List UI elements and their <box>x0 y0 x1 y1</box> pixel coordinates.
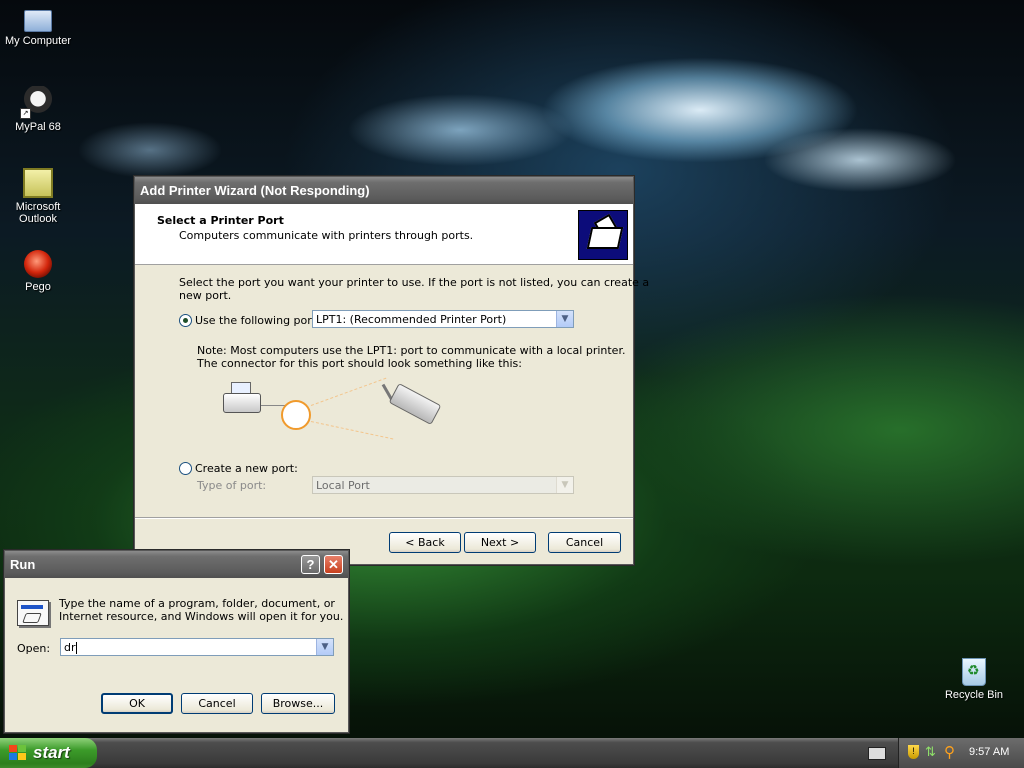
desktop-icon-my-computer[interactable]: My Computer <box>0 4 76 47</box>
run-description-2: Internet resource, and Windows will open… <box>59 610 344 623</box>
chevron-down-icon[interactable]: ▼ <box>316 639 333 655</box>
clock[interactable]: 9:57 AM <box>969 746 1009 758</box>
open-label: Open: <box>17 642 51 655</box>
use-following-port-radio[interactable] <box>179 314 192 327</box>
shortcut-arrow-icon: ↗ <box>20 108 31 119</box>
search-icon[interactable]: ⚲ <box>944 743 955 761</box>
port-select[interactable]: LPT1: (Recommended Printer Port) ▼ <box>312 310 574 328</box>
open-input[interactable]: dr ▼ <box>60 638 334 656</box>
run-title: Run <box>10 557 36 572</box>
security-shield-icon[interactable]: ! <box>908 745 919 759</box>
desktop-icon-mypal[interactable]: ↗ MyPal 68 <box>0 86 76 133</box>
wizard-intro-text: Select the port you want your printer to… <box>179 276 650 289</box>
text-cursor <box>75 642 77 654</box>
start-label: start <box>33 743 70 762</box>
ok-button[interactable]: OK <box>101 693 173 714</box>
desktop-icon-outlook[interactable]: Microsoft Outlook <box>0 168 76 225</box>
run-dialog: Run ? ✕ Type the name of a program, fold… <box>4 550 349 733</box>
desktop-icon-label: Recycle Bin <box>944 689 1004 701</box>
printer-wizard-icon <box>578 210 628 260</box>
cancel-button[interactable]: Cancel <box>548 532 621 553</box>
chevron-down-icon[interactable]: ▼ <box>556 477 573 493</box>
port-note-text-2: The connector for this port should look … <box>197 357 522 370</box>
printer-icon <box>223 393 261 413</box>
desktop-icon-label: My Computer <box>4 35 72 47</box>
desktop-icon-label: Microsoft Outlook <box>15 201 61 225</box>
wizard-title-bar[interactable]: Add Printer Wizard (Not Responding) <box>135 177 633 204</box>
db25-connector-icon <box>388 383 442 425</box>
back-button[interactable]: < Back <box>389 532 461 553</box>
port-select-value: LPT1: (Recommended Printer Port) <box>316 313 507 326</box>
wizard-intro-text-2: new port. <box>179 289 232 302</box>
port-note-text: Note: Most computers use the LPT1: port … <box>197 344 626 357</box>
open-input-value: dr <box>64 641 76 654</box>
run-program-icon <box>17 600 49 626</box>
system-tray: ! ⇅ ⚲ 9:57 AM <box>898 738 1024 768</box>
start-button[interactable]: start <box>0 738 97 768</box>
desktop-icon-pego[interactable]: Pego <box>0 250 76 293</box>
wizard-divider <box>135 517 633 519</box>
next-button[interactable]: Next > <box>464 532 536 553</box>
close-icon[interactable]: ✕ <box>324 555 343 574</box>
help-icon[interactable]: ? <box>301 555 320 574</box>
chevron-down-icon[interactable]: ▼ <box>556 311 573 327</box>
mypal-browser-icon: ↗ <box>20 86 54 119</box>
parallel-port-icon <box>281 400 311 430</box>
run-cancel-button[interactable]: Cancel <box>181 693 253 714</box>
recycle-bin-icon <box>962 658 986 686</box>
use-following-port-label[interactable]: Use the following port: <box>195 314 320 327</box>
desktop-icon-label: MyPal 68 <box>15 121 61 133</box>
run-description: Type the name of a program, folder, docu… <box>59 597 335 610</box>
computer-icon <box>24 10 52 32</box>
run-title-bar[interactable]: Run ? ✕ <box>5 551 348 578</box>
browse-button[interactable]: Browse... <box>261 693 335 714</box>
create-new-port-radio[interactable] <box>179 462 192 475</box>
add-printer-wizard-window: Add Printer Wizard (Not Responding) Sele… <box>134 176 649 565</box>
network-icon[interactable]: ⇅ <box>925 744 939 760</box>
type-of-port-select[interactable]: Local Port ▼ <box>312 476 574 494</box>
wizard-header: Select a Printer Port Computers communic… <box>135 204 633 265</box>
taskbar: start ! ⇅ ⚲ 9:57 AM <box>0 738 1024 768</box>
pego-icon <box>24 250 52 278</box>
wizard-header-subtitle: Computers communicate with printers thro… <box>179 229 474 242</box>
desktop-icon-recycle-bin[interactable]: Recycle Bin <box>936 658 1012 701</box>
type-of-port-value: Local Port <box>316 479 370 492</box>
create-new-port-label[interactable]: Create a new port: <box>195 462 298 475</box>
wizard-header-title: Select a Printer Port <box>157 214 284 227</box>
keyboard-icon[interactable] <box>868 747 886 760</box>
desktop-icon-label: Pego <box>25 281 51 293</box>
wizard-body: Select the port you want your printer to… <box>135 265 649 517</box>
windows-logo-icon <box>9 745 27 761</box>
type-of-port-label: Type of port: <box>197 479 267 492</box>
outlook-icon <box>23 168 53 198</box>
